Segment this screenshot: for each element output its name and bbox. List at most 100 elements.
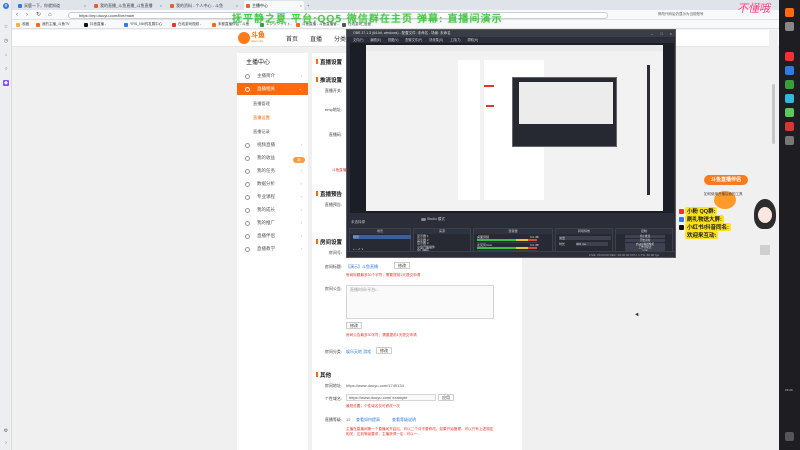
- widget-line: 如何使用开播后面的工具: [704, 192, 743, 196]
- duration-input[interactable]: 300 ms: [576, 242, 608, 246]
- obs-titlebar[interactable]: OBS 27.1.3 (64-bit, windows) - 配置文件: 未命名…: [347, 30, 675, 37]
- app-icon[interactable]: [785, 66, 794, 75]
- user-icon: [245, 73, 250, 79]
- app-icon[interactable]: [785, 8, 794, 17]
- menu-help[interactable]: 帮助(H): [467, 38, 478, 42]
- menu-scene-collection[interactable]: 场景集(S): [429, 38, 443, 42]
- download-icon[interactable]: ↓: [3, 52, 9, 58]
- app-icon[interactable]: [785, 136, 794, 145]
- menu-file[interactable]: 文件(F): [353, 38, 363, 42]
- app-icon[interactable]: [785, 94, 794, 103]
- menu-tools[interactable]: 工具(T): [450, 38, 460, 42]
- tab-favicon-icon: [94, 3, 98, 8]
- close-icon[interactable]: ×: [670, 30, 672, 37]
- maximize-icon[interactable]: □: [661, 30, 663, 37]
- history-icon[interactable]: ◷: [3, 38, 9, 44]
- qq-icon: [679, 209, 684, 214]
- app-icon[interactable]: [785, 108, 794, 117]
- studio-mode-toggle[interactable]: Studio 模式: [417, 217, 445, 222]
- obs-preview[interactable]: [350, 43, 674, 213]
- tag-edit-button[interactable]: 修改: [376, 347, 392, 354]
- tab-1[interactable]: 采鹿一下，你就知道 ×: [16, 1, 88, 10]
- new-tab-button[interactable]: +: [306, 1, 314, 10]
- sidebar-item-companion[interactable]: 直播伴侣 ›: [237, 230, 308, 242]
- scrollbar-thumb[interactable]: [772, 84, 775, 144]
- chevron-right-icon: ›: [300, 142, 302, 147]
- tab-3[interactable]: 我的资料 - 个人中心 - 斗鱼 ×: [168, 1, 240, 10]
- level-info-link[interactable]: 查看等级说明: [392, 417, 416, 423]
- short-url-apply-button[interactable]: 应用: [438, 394, 454, 401]
- tab-close-icon[interactable]: ×: [84, 1, 86, 10]
- reload-icon[interactable]: ↻: [36, 11, 41, 19]
- tab-close-icon[interactable]: ×: [160, 1, 162, 10]
- bookmark-item[interactable]: 抖音直播 -: [84, 21, 106, 28]
- star-icon[interactable]: ☆: [3, 24, 9, 30]
- sidebar-sub-manage[interactable]: 直播管理: [253, 101, 270, 107]
- menu-edit[interactable]: 编辑(E): [370, 38, 381, 42]
- page-title: 直播设置: [315, 59, 343, 66]
- transition-select[interactable]: 淡出: [559, 236, 611, 240]
- wechat-icon[interactable]: [785, 80, 794, 89]
- nav-home[interactable]: 首页: [286, 34, 298, 43]
- sidebar-sub-settings[interactable]: 直播设置: [253, 115, 270, 121]
- sidebar-item-growth[interactable]: 我的成长 ›: [237, 204, 308, 216]
- settings-icon[interactable]: ⚙: [3, 428, 9, 434]
- app-icon[interactable]: [785, 52, 794, 61]
- sidebar-item-income[interactable]: 我的收益 ›: [237, 152, 308, 164]
- tab-4-active[interactable]: 主播中心 ×: [244, 1, 304, 10]
- companion-icon: [245, 233, 250, 239]
- expand-icon[interactable]: ›: [3, 440, 9, 446]
- notice-edit-button[interactable]: 修改: [346, 322, 362, 329]
- tag-link[interactable]: 娱乐天地 游戏: [346, 349, 371, 355]
- douyu-logo[interactable]: 斗鱼 douyu.com: [238, 32, 280, 44]
- section-room: 房间设置: [315, 239, 343, 246]
- sidebar-item-profile[interactable]: 主播简介 ›: [237, 70, 308, 82]
- character-face: [758, 207, 772, 223]
- room-title-edit-button[interactable]: 修改: [394, 262, 410, 269]
- floating-widget[interactable]: 斗鱼直播伴侣 如何使用开播后面的工具 小粉 QQ群: 刷礼物送大屏: 小红书/抖…: [676, 175, 778, 275]
- bookmark-item[interactable]: 收藏: [16, 21, 29, 28]
- sidebar-item-course[interactable]: 专业课程 ›: [237, 191, 308, 203]
- forward-icon[interactable]: ›: [26, 11, 28, 19]
- scene-item[interactable]: 场景: [353, 235, 411, 239]
- level-howto-link[interactable]: 查看如何提高: [356, 417, 380, 423]
- sidebar-item-live[interactable]: 直播相关 ⌄: [237, 83, 308, 95]
- teach-icon: [245, 246, 250, 252]
- site-label: 房间地址:: [324, 383, 342, 388]
- extension-icon[interactable]: ◆: [3, 80, 9, 86]
- menu-view[interactable]: 视图(V): [388, 38, 399, 42]
- sidebar-item-data[interactable]: 数据分析 ›: [237, 178, 308, 190]
- nav-live[interactable]: 直播: [310, 34, 322, 43]
- back-icon[interactable]: ‹: [16, 11, 18, 19]
- live-icon: [245, 86, 250, 92]
- controls-dock-title: 控制: [616, 229, 672, 234]
- app-icon[interactable]: [785, 22, 794, 31]
- tab-close-icon[interactable]: ×: [236, 1, 238, 10]
- sidebar-item-promo[interactable]: 我的推广 ›: [237, 217, 308, 229]
- nav-category[interactable]: 分类: [334, 34, 346, 43]
- task-icon: [245, 168, 250, 174]
- notification-icon[interactable]: [785, 432, 794, 441]
- tab-2[interactable]: 我的直播_斗鱼直播_斗鱼直播 ×: [92, 1, 164, 10]
- sidebar-item-teach[interactable]: 直播教学 ›: [237, 243, 308, 255]
- bookmark-item[interactable]: 我的主播_斗鱼TV: [36, 21, 69, 28]
- short-url-input[interactable]: https://www.douyu.com/ example: [346, 394, 436, 401]
- sidebar-sub-records[interactable]: 直播记录: [253, 129, 270, 135]
- obs-window[interactable]: OBS 27.1.3 (64-bit, windows) - 配置文件: 未命名…: [346, 29, 676, 258]
- room-title-label: 房间标题:: [324, 264, 342, 269]
- menu-profile[interactable]: 配置文件(P): [405, 38, 422, 42]
- chat-icon[interactable]: ○: [3, 66, 9, 72]
- notice-textarea[interactable]: 直播时间/平台/...: [346, 285, 494, 319]
- home-icon[interactable]: ⌂: [48, 11, 52, 19]
- sidebar-item-video[interactable]: 视频直播 ›: [237, 139, 308, 151]
- douyin-icon: [679, 217, 684, 222]
- minimize-icon[interactable]: –: [651, 30, 653, 37]
- site-value[interactable]: https://www.douyu.com/1749134: [346, 383, 404, 388]
- sidebar-item-tasks[interactable]: 我的任务 ›: [237, 165, 308, 177]
- widget-action-icon[interactable]: [760, 245, 770, 255]
- app-icon[interactable]: [785, 122, 794, 131]
- bookmark-item[interactable]: 在线游戏视频 -: [172, 21, 201, 28]
- browser-logo-icon[interactable]: e: [3, 3, 9, 9]
- bookmark-item[interactable]: YRS_NM的发展中心: [124, 21, 162, 28]
- tab-close-icon[interactable]: ×: [300, 1, 302, 10]
